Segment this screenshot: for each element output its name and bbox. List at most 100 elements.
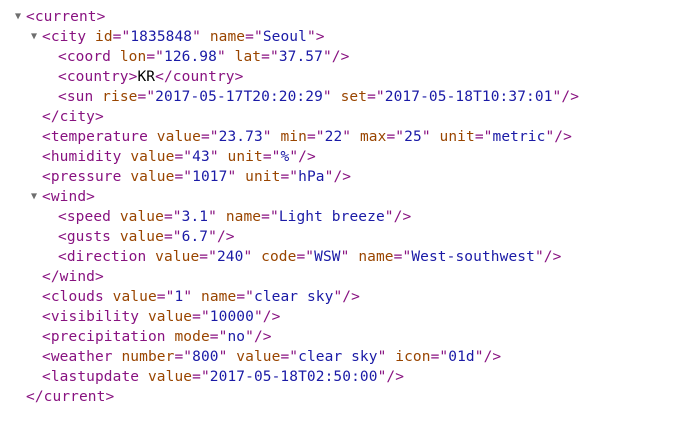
xml-tag-token: =" (192, 309, 210, 325)
xml-tag-token: =" (262, 149, 281, 165)
xml-tag-token: =" (112, 29, 131, 45)
xml-tag-token: =" (306, 129, 325, 145)
xml-tag-token: =" (430, 349, 449, 365)
xml-line: <gusts value="6.7"/> (58, 227, 235, 247)
attribute-name: value (119, 209, 164, 225)
attribute-name: icon (395, 349, 431, 365)
xml-tag-token: <city (42, 29, 95, 45)
attribute-value: 6.7 (181, 229, 209, 245)
attribute-name: value (130, 169, 175, 185)
xml-tag-token: =" (146, 49, 164, 65)
xml-tag-token: "/> (289, 149, 316, 165)
xml-tag-token: "/> (545, 129, 572, 145)
xml-line: <pressure value="1017" unit="hPa"/> (42, 167, 351, 187)
attribute-value: 1017 (192, 169, 228, 185)
attribute-value: 01d (448, 349, 475, 365)
attribute-value: hPa (298, 169, 325, 185)
xml-tag-token: "/> (322, 49, 350, 65)
xml-line: <humidity value="43" unit="%"/> (42, 147, 316, 167)
attribute-name: name (358, 249, 394, 265)
xml-tag-token: =" (209, 329, 228, 345)
attribute-name: max (359, 129, 387, 145)
attribute-name: value (236, 349, 281, 365)
xml-tag-token: "/> (474, 349, 502, 365)
xml-tag-token: <lastupdate (42, 369, 148, 385)
xml-line: <weather number="800" value="clear sky" … (42, 347, 501, 367)
xml-tag-token: </city> (42, 109, 104, 125)
attribute-name: lon (119, 49, 147, 65)
xml-line: <direction value="240" code="WSW" name="… (58, 247, 561, 267)
xml-tag-token: <precipitation (42, 329, 175, 345)
xml-line: <wind> (42, 187, 95, 207)
attribute-name: rise (102, 89, 138, 105)
xml-line: </wind> (42, 267, 104, 287)
xml-tag-token: =" (386, 129, 405, 145)
xml-tag-token: "/> (384, 209, 412, 225)
attribute-name: min (280, 129, 307, 145)
attribute-name: value (155, 249, 200, 265)
xml-tag-token: " (216, 49, 235, 65)
xml-tree-viewer: ▼ <current> ▼ <city id="1835848" name="Seou… (0, 0, 700, 432)
attribute-value: 1835848 (130, 29, 193, 45)
xml-tag-token: =" (261, 209, 279, 225)
attribute-value: no (227, 329, 246, 345)
xml-line: <city id="1835848" name="Seoul"> (42, 27, 325, 47)
attribute-name: value (147, 369, 193, 385)
xml-tag-token: <temperature (42, 129, 157, 145)
xml-tag-token: =" (245, 29, 263, 45)
xml-line: <lastupdate value="2017-05-18T02:50:00"/… (42, 367, 404, 387)
xml-tag-token: " (227, 169, 246, 185)
xml-tag-token: =" (474, 129, 493, 145)
xml-tag-token: "/> (552, 89, 580, 105)
xml-line: <current> (26, 7, 105, 27)
xml-tag-token: " (340, 249, 359, 265)
xml-tag-token: <current> (26, 9, 106, 25)
xml-tag-token: =" (163, 209, 182, 225)
attribute-value: West-southwest (411, 249, 535, 265)
xml-tag-token: " (377, 349, 396, 365)
xml-tag-token: " (342, 129, 360, 145)
attribute-name: value (156, 129, 201, 145)
attribute-name: set (340, 89, 368, 105)
attribute-value: Light breeze (278, 209, 385, 225)
xml-tag-token: =" (174, 349, 193, 365)
xml-tag-token: =" (296, 249, 315, 265)
xml-tag-token: " (208, 209, 226, 225)
xml-tag-token: <sun (58, 89, 103, 105)
attribute-value: 2017-05-17T20:20:29 (155, 89, 323, 105)
xml-tag-token: "/> (333, 289, 360, 305)
xml-tag-token: =" (199, 249, 217, 265)
attribute-name: value (147, 309, 193, 325)
attribute-value: Seoul (262, 29, 307, 45)
triangle-down-icon[interactable]: ▼ (29, 187, 39, 207)
attribute-name: mode (174, 329, 210, 345)
xml-tag-token: " (322, 89, 341, 105)
xml-tag-token: "> (306, 29, 325, 45)
attribute-name: code (261, 249, 297, 265)
xml-tag-token: "/> (208, 229, 235, 245)
attribute-name: lat (234, 49, 262, 65)
attribute-name: number (121, 349, 175, 365)
attribute-value: 126.98 (163, 49, 217, 65)
attribute-name: value (130, 149, 175, 165)
xml-line: <speed value="3.1" name="Light breeze"/> (58, 207, 411, 227)
attribute-value: 2017-05-18T02:50:00 (209, 369, 378, 385)
attribute-value: 43 (192, 149, 210, 165)
attribute-value: 240 (216, 249, 244, 265)
xml-tag-token: =" (367, 89, 385, 105)
triangle-down-icon[interactable]: ▼ (29, 27, 39, 47)
xml-tag-token: " (262, 129, 281, 145)
attribute-value: metric (492, 129, 546, 145)
attribute-name: unit (245, 169, 281, 185)
xml-line: <visibility value="10000"/> (42, 307, 280, 327)
xml-tag-token: =" (163, 229, 182, 245)
xml-tag-token: =" (280, 349, 299, 365)
xml-tag-token: =" (393, 249, 412, 265)
xml-line: <country>KR</country> (58, 67, 243, 87)
xml-line: </city> (42, 107, 104, 127)
attribute-name: name (225, 209, 262, 225)
triangle-down-icon[interactable]: ▼ (13, 7, 23, 27)
xml-tag-token: =" (192, 369, 210, 385)
xml-tag-token: " (183, 289, 201, 305)
attribute-value: 800 (192, 349, 219, 365)
